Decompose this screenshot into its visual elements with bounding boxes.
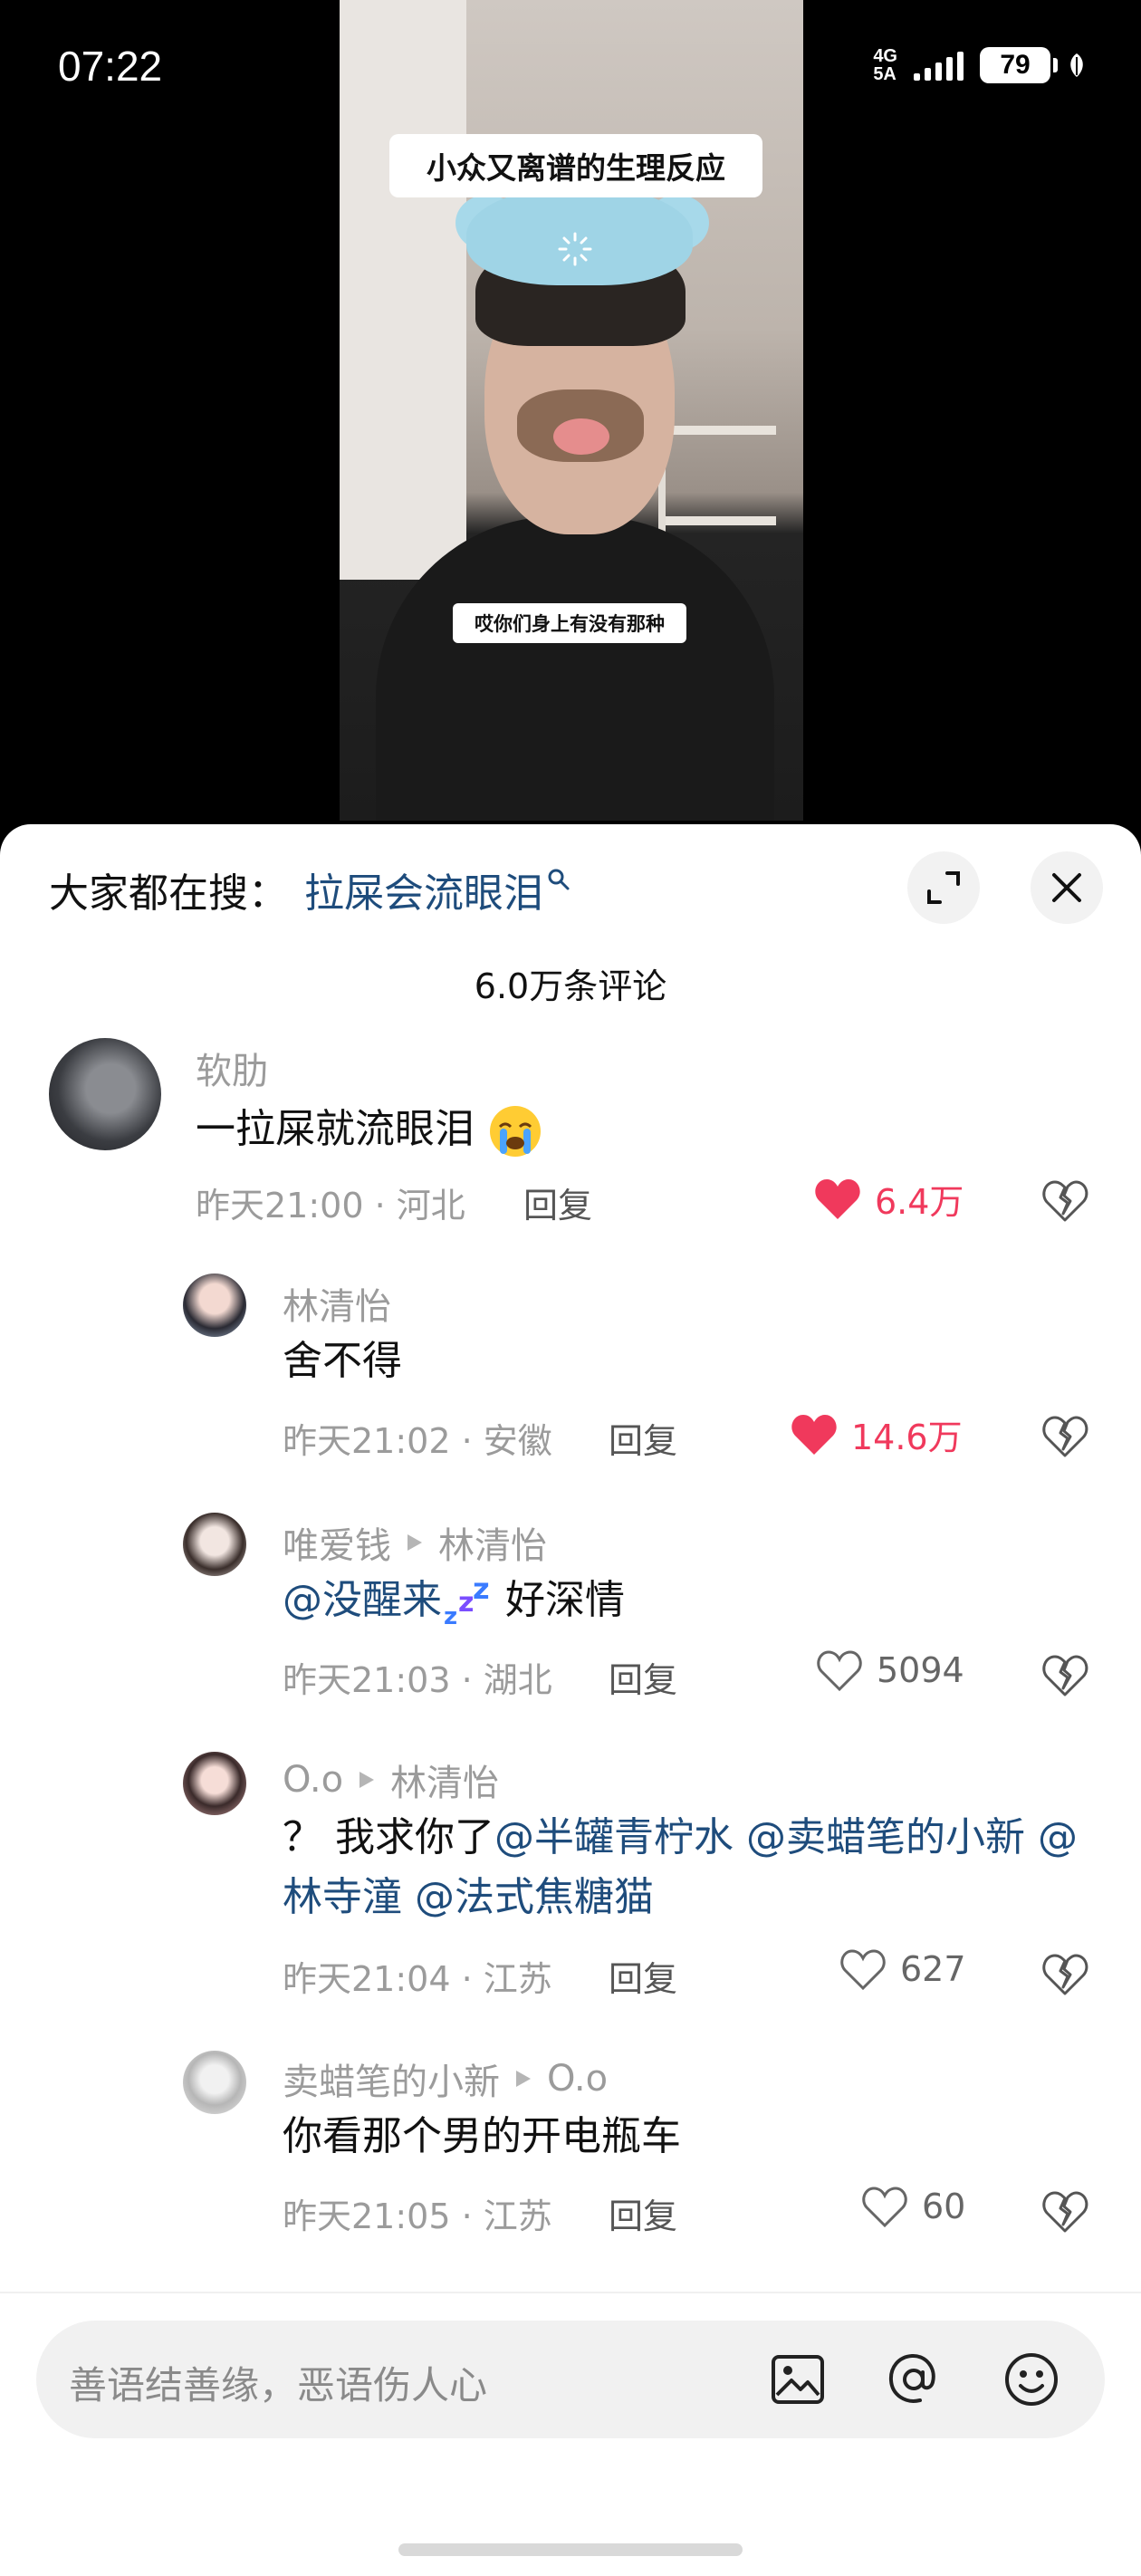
like-count: 14.6万	[851, 1418, 963, 1457]
dislike-icon[interactable]	[1041, 1415, 1088, 1458]
like-count: 60	[922, 2187, 966, 2226]
svg-text:z: z	[458, 1587, 474, 1619]
image-icon[interactable]	[766, 2348, 829, 2411]
comment-text: 舍不得	[283, 1338, 402, 1384]
app-screen: 07:22 4G 5A 79 小众又离谱的生理反应 哎你们身上有没有那种 大家都…	[0, 0, 1141, 2576]
like-button[interactable]: 627	[839, 1947, 966, 1991]
comment-meta: 昨天21:03 · 湖北	[283, 1660, 552, 1700]
network-type: 4G 5A	[873, 46, 897, 84]
comment-author[interactable]: O.o 林清怡	[283, 1754, 499, 1806]
like-count: 6.4万	[875, 1182, 964, 1222]
comment-author[interactable]: 卖蜡笔的小新 O.o	[283, 2052, 608, 2105]
video-player[interactable]	[340, 0, 803, 821]
mention-link[interactable]: @法式焦糖猫	[415, 1874, 654, 1920]
comment-count: 6.0万条评论	[474, 966, 667, 1006]
search-prefix: 大家都在搜：	[49, 870, 288, 917]
like-button[interactable]: 6.4万	[813, 1174, 964, 1224]
avatar[interactable]	[183, 1513, 246, 1576]
heart-icon	[791, 1414, 837, 1455]
status-time: 07:22	[58, 43, 163, 90]
avatar[interactable]	[183, 1274, 246, 1337]
avatar[interactable]	[183, 1752, 246, 1815]
video-subtitle: 哎你们身上有没有那种	[453, 603, 686, 643]
crying-emoji-icon	[490, 1106, 541, 1157]
reply-button[interactable]: 回复	[609, 1951, 677, 2001]
close-button[interactable]	[1031, 851, 1103, 924]
comment-meta: 昨天21:00 · 河北	[196, 1186, 465, 1226]
mention-link[interactable]: @没醒来	[283, 1577, 442, 1623]
comment-input[interactable]: 善语结善缘，恶语伤人心	[36, 2321, 1105, 2438]
heart-icon	[817, 1650, 862, 1692]
comment-meta: 昨天21:02 · 安徽	[283, 1421, 552, 1461]
reply-button[interactable]: 回复	[609, 2188, 677, 2238]
like-button[interactable]: 14.6万	[790, 1409, 963, 1459]
comment-text: ？ 我求你了@半罐青柠水 @卖蜡笔的小新 @林寺潼 @法式焦糖猫	[283, 1814, 1078, 1920]
comment-text: @没醒来 z z z 好深情	[283, 1571, 625, 1630]
reply-arrow-icon	[516, 2071, 531, 2087]
comment-author[interactable]: 林清怡	[283, 1277, 391, 1330]
video-title: 小众又离谱的生理反应	[389, 134, 762, 197]
comment-text: 一拉屎就流眼泪	[196, 1100, 543, 1159]
heart-icon	[815, 1178, 860, 1219]
reply-arrow-icon	[360, 1772, 375, 1788]
comment-meta: 昨天21:05 · 江苏	[283, 2196, 552, 2236]
dislike-icon[interactable]	[1041, 2190, 1088, 2234]
comment-author[interactable]: 软肋	[196, 1042, 268, 1094]
reply-arrow-icon	[408, 1534, 422, 1551]
heart-icon	[862, 2187, 907, 2228]
svg-text:z: z	[473, 1577, 490, 1606]
expand-button[interactable]	[907, 851, 980, 924]
divider	[0, 2292, 1141, 2293]
mention-link[interactable]: @半罐青柠水	[494, 1814, 734, 1860]
leaf-icon	[1070, 53, 1083, 77]
trending-search[interactable]: 大家都在搜： 拉屎会流眼泪	[49, 860, 570, 918]
like-count: 5094	[877, 1650, 964, 1690]
heart-icon	[840, 1949, 886, 1991]
sleep-zzz-icon: z z z	[444, 1577, 490, 1628]
input-placeholder: 善语结善缘，恶语伤人心	[69, 2363, 488, 2408]
search-icon	[548, 869, 570, 890]
search-term-link[interactable]: 拉屎会流眼泪	[304, 860, 543, 918]
home-indicator[interactable]	[398, 2543, 743, 2556]
comment-meta: 昨天21:04 · 江苏	[283, 1959, 552, 1999]
comment-author[interactable]: 唯爱钱 林清怡	[283, 1516, 547, 1569]
dislike-icon[interactable]	[1041, 1179, 1088, 1223]
close-icon	[1052, 873, 1081, 902]
comment-sheet: 大家都在搜： 拉屎会流眼泪 6.0万条评论 软肋 一拉屎就流眼泪 昨天21:00…	[0, 824, 1141, 2576]
svg-text:z: z	[444, 1603, 457, 1628]
battery-icon: 79	[980, 47, 1058, 83]
expand-icon	[927, 871, 960, 904]
emoji-icon[interactable]	[1000, 2348, 1063, 2411]
avatar[interactable]	[183, 2051, 246, 2114]
dislike-icon[interactable]	[1041, 1953, 1088, 1996]
mention-link[interactable]: @卖蜡笔的小新	[746, 1814, 1025, 1860]
reply-button[interactable]: 回复	[609, 1652, 677, 1702]
comment-text: 你看那个男的开电瓶车	[283, 2113, 681, 2159]
reply-button[interactable]: 回复	[609, 1413, 677, 1463]
dislike-icon[interactable]	[1041, 1654, 1088, 1697]
like-button[interactable]: 5094	[815, 1648, 964, 1692]
loading-icon	[558, 232, 592, 266]
avatar[interactable]	[49, 1038, 161, 1150]
reply-button[interactable]: 回复	[523, 1177, 592, 1227]
at-icon[interactable]	[882, 2348, 945, 2411]
status-indicators: 4G 5A 79	[873, 47, 1087, 83]
signal-icon	[914, 50, 964, 81]
like-count: 627	[900, 1949, 966, 1989]
like-button[interactable]: 60	[860, 2185, 965, 2228]
